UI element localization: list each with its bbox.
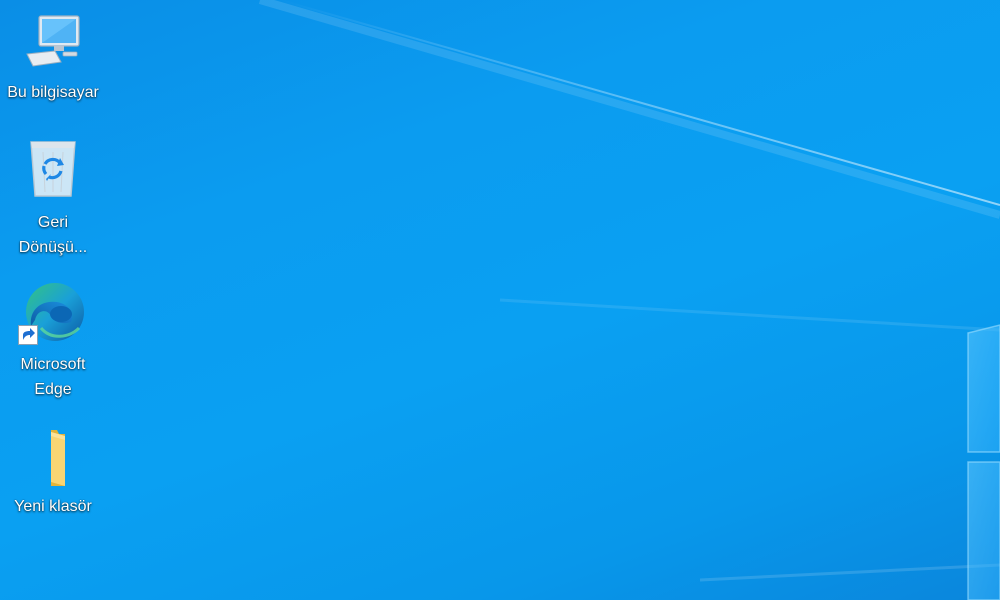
- desktop-background[interactable]: Bu bilgisayar Geri Dönüşü... Microsoft E…: [0, 0, 1000, 600]
- desktop-icon-label-this-pc: Bu bilgisayar: [7, 84, 99, 101]
- shortcut-arrow-icon: [18, 325, 38, 345]
- desktop-icon-new-folder[interactable]: Yeni klasör: [0, 426, 106, 519]
- edge-icon: [18, 280, 85, 345]
- desktop-icon-recycle-bin[interactable]: Geri Dönüşü...: [0, 138, 106, 260]
- desktop-icon-label-microsoft-edge: Microsoft Edge: [20, 356, 86, 398]
- desktop-icon-this-pc[interactable]: Bu bilgisayar: [0, 10, 106, 105]
- folder-icon: [21, 426, 85, 490]
- computer-icon: [21, 10, 85, 74]
- desktop-icon-label-new-folder: Yeni klasör: [14, 498, 92, 515]
- desktop-icon-microsoft-edge[interactable]: Microsoft Edge: [0, 280, 106, 402]
- desktop-icon-label-recycle-bin: Geri Dönüşü...: [18, 214, 88, 256]
- windows-wallpaper: [258, 0, 1000, 600]
- recycle-bin-icon: [21, 138, 85, 202]
